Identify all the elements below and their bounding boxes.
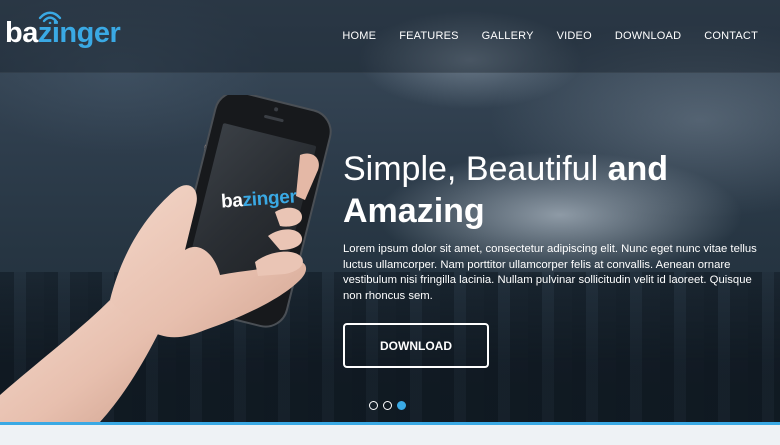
nav-download[interactable]: DOWNLOAD [615,30,681,42]
hero-section: bazinger bazinger HOME FEATURES GALLERY … [0,0,780,422]
nav-features[interactable]: FEATURES [399,30,458,42]
page-bottom-strip [0,422,780,445]
slider-dot-1[interactable] [369,401,378,410]
phone-logo-rest: zinger [241,186,298,212]
hero-headline: Simple, Beautiful and Amazing [343,148,668,232]
slider-dot-2[interactable] [383,401,392,410]
nav-video[interactable]: VIDEO [557,30,592,42]
accent-divider [0,422,780,425]
hero-description: Lorem ipsum dolor sit amet, consectetur … [343,243,757,302]
headline-bold-and: and [607,150,669,188]
hand-holding-phone-image [0,95,332,422]
nav-home[interactable]: HOME [342,30,376,42]
slider-dot-3[interactable] [397,401,406,410]
brand-prefix: ba [5,17,38,49]
headline-light-text: Simple, Beautiful [343,150,608,188]
brand-wordmark: bazinger [5,17,121,49]
top-navigation-bar: bazinger HOME FEATURES GALLERY VIDEO DOW… [0,0,780,73]
headline-bold-amazing: Amazing [343,192,485,230]
nav-contact[interactable]: CONTACT [704,30,758,42]
brand-logo[interactable]: bazinger [5,11,121,57]
main-menu: HOME FEATURES GALLERY VIDEO DOWNLOAD CON… [342,30,758,42]
nav-gallery[interactable]: GALLERY [482,30,534,42]
download-button[interactable]: DOWNLOAD [343,323,489,368]
phone-logo-prefix: ba [220,190,244,213]
wifi-signal-icon [38,11,62,24]
slider-pagination [369,401,406,410]
